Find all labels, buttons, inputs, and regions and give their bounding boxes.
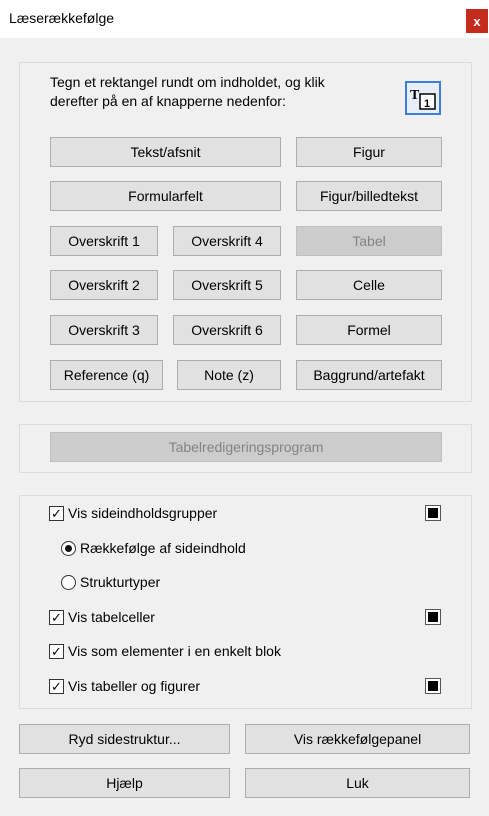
- draw-rectangle-tool-icon[interactable]: T 1: [405, 81, 441, 115]
- figure-caption-button[interactable]: Figur/billedtekst: [296, 181, 442, 211]
- show-table-cells-row[interactable]: ✓ Vis tabelceller: [49, 607, 155, 627]
- tables-figures-color-swatch[interactable]: [425, 678, 441, 694]
- page-content-order-radio[interactable]: [61, 540, 76, 556]
- structure-types-radio[interactable]: [61, 574, 76, 590]
- tool-icon-letter: T: [410, 88, 420, 103]
- show-tables-figures-row[interactable]: ✓ Vis tabeller og figurer: [49, 676, 200, 696]
- show-tables-figures-label: Vis tabeller og figurer: [68, 678, 201, 694]
- content-groups-color-swatch[interactable]: [425, 505, 441, 521]
- close-dialog-button[interactable]: Luk: [245, 768, 470, 798]
- tool-icon-digit: 1: [424, 98, 430, 110]
- table-button[interactable]: Tabel: [296, 226, 442, 256]
- show-order-panel-button[interactable]: Vis rækkefølgepanel: [245, 724, 470, 754]
- heading-3-button[interactable]: Overskrift 3: [50, 315, 158, 345]
- draw-rectangle-glyph: T 1: [410, 88, 436, 110]
- help-button[interactable]: Hjælp: [19, 768, 230, 798]
- structure-types-row[interactable]: Strukturtyper: [61, 572, 160, 592]
- formula-button[interactable]: Formel: [296, 315, 442, 345]
- cell-button[interactable]: Celle: [296, 270, 442, 300]
- show-content-groups-checkbox[interactable]: ✓: [49, 505, 64, 521]
- show-table-cells-checkbox[interactable]: ✓: [49, 609, 64, 625]
- show-content-groups-row[interactable]: ✓ Vis sideindholdsgrupper: [49, 503, 217, 523]
- table-editor-button[interactable]: Tabelredigeringsprogram: [50, 432, 442, 462]
- show-as-single-block-checkbox[interactable]: ✓: [49, 643, 64, 659]
- title-bar: Læserækkefølge x: [0, 0, 489, 38]
- page-content-order-label: Rækkefølge af sideindhold: [80, 540, 246, 556]
- show-as-single-block-row[interactable]: ✓ Vis som elementer i en enkelt blok: [49, 641, 281, 661]
- text-paragraph-button[interactable]: Tekst/afsnit: [50, 137, 281, 167]
- form-field-button[interactable]: Formularfelt: [50, 181, 281, 211]
- background-artifact-button[interactable]: Baggrund/artefakt: [296, 360, 442, 390]
- heading-1-button[interactable]: Overskrift 1: [50, 226, 158, 256]
- heading-5-button[interactable]: Overskrift 5: [173, 270, 281, 300]
- show-table-cells-label: Vis tabelceller: [68, 609, 155, 625]
- reference-button[interactable]: Reference (q): [50, 360, 163, 390]
- clear-page-structure-button[interactable]: Ryd sidestruktur...: [19, 724, 230, 754]
- close-icon: x: [473, 13, 481, 29]
- show-content-groups-label: Vis sideindholdsgrupper: [68, 505, 218, 521]
- window-title: Læserækkefølge: [9, 10, 115, 26]
- heading-4-button[interactable]: Overskrift 4: [173, 226, 281, 256]
- note-button[interactable]: Note (z): [177, 360, 281, 390]
- heading-6-button[interactable]: Overskrift 6: [173, 315, 281, 345]
- heading-2-button[interactable]: Overskrift 2: [50, 270, 158, 300]
- instructions-text: Tegn et rektangel rundt om indholdet, og…: [50, 74, 325, 109]
- structure-types-label: Strukturtyper: [80, 574, 161, 590]
- show-tables-figures-checkbox[interactable]: ✓: [49, 678, 64, 694]
- close-button[interactable]: x: [466, 9, 488, 33]
- figure-button[interactable]: Figur: [296, 137, 442, 167]
- show-as-single-block-label: Vis som elementer i en enkelt blok: [68, 643, 281, 659]
- page-content-order-row[interactable]: Rækkefølge af sideindhold: [61, 538, 246, 558]
- table-cells-color-swatch[interactable]: [425, 609, 441, 625]
